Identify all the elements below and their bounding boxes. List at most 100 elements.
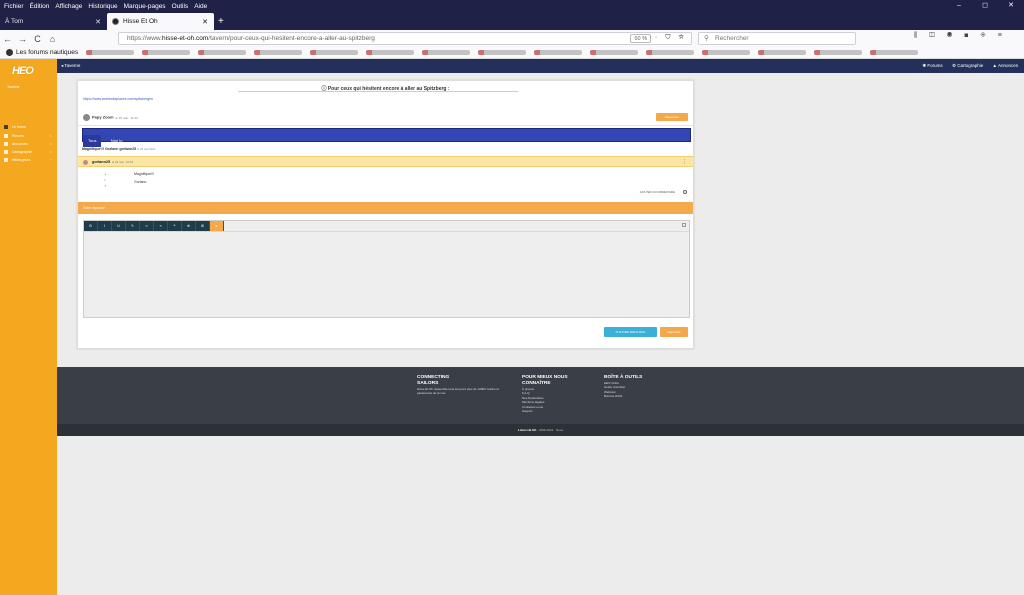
- menu-fichier[interactable]: Fichier: [4, 3, 24, 10]
- sidebar-item-annonces[interactable]: Annonces ›: [4, 141, 54, 147]
- breadcrumb[interactable]: ◂ Taverne: [61, 63, 80, 69]
- new-tab-button[interactable]: +: [218, 13, 224, 30]
- link-icon[interactable]: ⊕: [182, 221, 196, 231]
- comment-tabs: Tous Non lu: [82, 128, 691, 147]
- tab-a-tom[interactable]: À Tom ✕: [0, 13, 107, 30]
- menu-affichage[interactable]: Affichage: [55, 3, 82, 10]
- bold-icon[interactable]: B: [84, 221, 98, 231]
- close-window-icon[interactable]: ✕: [998, 0, 1024, 12]
- bookmarks-bar: Les forums nautiques: [0, 47, 1024, 59]
- topic-link[interactable]: https://www.worldwildplaces.com/spitsber…: [83, 97, 153, 101]
- bookmark-blurred[interactable]: [870, 50, 919, 55]
- post-date: le 15 mai · 11:43: [115, 115, 138, 120]
- annonces-icon: [4, 142, 8, 146]
- sidebar-item-le-forum[interactable]: Le forum: [4, 124, 54, 130]
- reply-editor[interactable]: B I U ✎ ≡ ≡ ❝ ⊕ ⊞ ☺: [83, 220, 690, 318]
- more-options-icon[interactable]: ⋮: [682, 159, 687, 165]
- menu-edition[interactable]: Édition: [30, 3, 50, 10]
- page-actions-icon[interactable]: ··· ⛉ ☆: [644, 34, 687, 42]
- back-icon[interactable]: ←: [0, 34, 15, 44]
- bookmark-blurred[interactable]: [142, 50, 191, 55]
- sidebar-item-label: Forums: [12, 134, 24, 138]
- submit-button[interactable]: Répondre: [660, 327, 688, 337]
- bookmark-blurred[interactable]: [478, 50, 527, 55]
- minimize-icon[interactable]: –: [946, 0, 972, 12]
- avatar[interactable]: [83, 114, 90, 121]
- comment-summary: Magnifique!!! Gorlann gorlann25 le 23 ma…: [82, 147, 155, 151]
- home-icon[interactable]: ⌂: [45, 34, 60, 44]
- author-name[interactable]: Papy Zoom: [92, 115, 114, 120]
- url-bar[interactable]: https://www. hisse-et-oh.com/tavern/pour-…: [118, 32, 692, 45]
- reply-button[interactable]: Répondre: [656, 113, 688, 121]
- footer-text: Hisse Et Oh rassemble tous les jours plu…: [417, 387, 500, 396]
- sidebar-item-cartographie[interactable]: Cartographie ›: [4, 149, 54, 155]
- chevron-icon: ›: [49, 150, 51, 154]
- menu-aide[interactable]: Aide: [194, 3, 207, 10]
- chevron-icon: ›: [49, 142, 51, 146]
- bookmark-blurred[interactable]: [814, 50, 863, 55]
- divider: [84, 231, 689, 232]
- bookmark-blurred[interactable]: [366, 50, 415, 55]
- bookmark-blurred[interactable]: [702, 50, 751, 55]
- tab-tous[interactable]: Tous: [83, 135, 102, 147]
- settings-icon[interactable]: [683, 190, 687, 194]
- bookmark-blurred[interactable]: [198, 50, 247, 55]
- bookmark-blurred[interactable]: [646, 50, 695, 55]
- search-input[interactable]: ⚲ Rechercher: [698, 32, 856, 45]
- pen-icon[interactable]: ✎: [126, 221, 140, 231]
- sidebar-item-hebergeurs[interactable]: Hébergeurs ›: [4, 157, 54, 163]
- reload-icon[interactable]: C: [30, 34, 45, 44]
- bookmark-blurred[interactable]: [590, 50, 639, 55]
- menu-historique[interactable]: Historique: [88, 3, 117, 10]
- maximize-icon[interactable]: ◻: [972, 0, 998, 12]
- menu-marque-pages[interactable]: Marque-pages: [124, 3, 166, 10]
- chevron-icon: ›: [49, 134, 51, 138]
- forward-icon[interactable]: →: [15, 34, 30, 44]
- close-tab-icon[interactable]: ✕: [202, 18, 208, 26]
- sidebar-item-forums[interactable]: Forums ›: [4, 133, 54, 139]
- emoji-icon[interactable]: ☺: [210, 221, 224, 231]
- footer-link[interactable]: Bonnes HiSO: [604, 394, 694, 398]
- tab-label: Hisse Et Oh: [123, 18, 158, 25]
- bookmark-blurred[interactable]: [86, 50, 135, 55]
- list-icon[interactable]: ≡: [140, 221, 154, 231]
- footer-copyright: · 2006-2021 · Nous: [536, 428, 564, 432]
- bookmark-blurred[interactable]: [758, 50, 807, 55]
- upvote-icon[interactable]: ▲: [104, 172, 107, 176]
- notify-button[interactable]: ✉ SUIVRE PAR E-MAIL: [604, 327, 657, 337]
- tab-hisse-et-oh[interactable]: Hisse Et Oh ✕: [107, 13, 214, 30]
- forum-icon: [4, 125, 8, 129]
- nav-cartographie[interactable]: ⚙ Cartographie: [952, 63, 983, 68]
- italic-icon[interactable]: I: [98, 221, 112, 231]
- downvote-icon[interactable]: ▼: [104, 184, 107, 188]
- vote-count: 0: [104, 178, 106, 182]
- search-placeholder: Rechercher: [715, 35, 749, 42]
- bookmark-blurred[interactable]: [422, 50, 471, 55]
- footer-title: POUR MIEUX NOUS CONNAÎTRE: [522, 375, 568, 386]
- comment-author-name[interactable]: gorlann25: [92, 160, 110, 164]
- site-topbar-links: ✱ Forums ⚙ Cartographie ▲ Annonces: [914, 59, 1018, 73]
- underline-icon[interactable]: U: [112, 221, 126, 231]
- toolbar-icons[interactable]: ⫼ ◫ ◉ ◼ ◈ ≡: [914, 32, 1007, 40]
- site-logo[interactable]: HEO: [12, 65, 44, 77]
- ordered-list-icon[interactable]: ≡: [154, 221, 168, 231]
- bookmark-blurred[interactable]: [254, 50, 303, 55]
- avatar[interactable]: [83, 160, 88, 165]
- footer-link[interactable]: Support: [522, 409, 612, 413]
- bookmark-blurred[interactable]: [310, 50, 359, 55]
- nav-annonces[interactable]: ▲ Annonces: [993, 63, 1018, 68]
- image-icon[interactable]: ⊞: [196, 221, 210, 231]
- bookmark-blurred[interactable]: [534, 50, 583, 55]
- tab-label: À Tom: [5, 18, 24, 25]
- nav-forums[interactable]: ✱ Forums: [922, 63, 942, 68]
- menu-outils[interactable]: Outils: [172, 3, 189, 10]
- summary-name[interactable]: gorlann25: [119, 147, 136, 151]
- comment-line: Gorlann: [134, 180, 147, 184]
- close-tab-icon[interactable]: ✕: [95, 18, 101, 26]
- quote-icon[interactable]: ❝: [168, 221, 182, 231]
- expand-icon[interactable]: [682, 223, 686, 227]
- hebergeurs-icon: [4, 158, 8, 162]
- tab-non-lu[interactable]: Non lu: [106, 135, 128, 147]
- add-comment-link[interactable]: AJOUTER UN COMMENTAIRE: [640, 191, 675, 194]
- bookmark-les-forums-nautiques[interactable]: Les forums nautiques: [16, 49, 78, 56]
